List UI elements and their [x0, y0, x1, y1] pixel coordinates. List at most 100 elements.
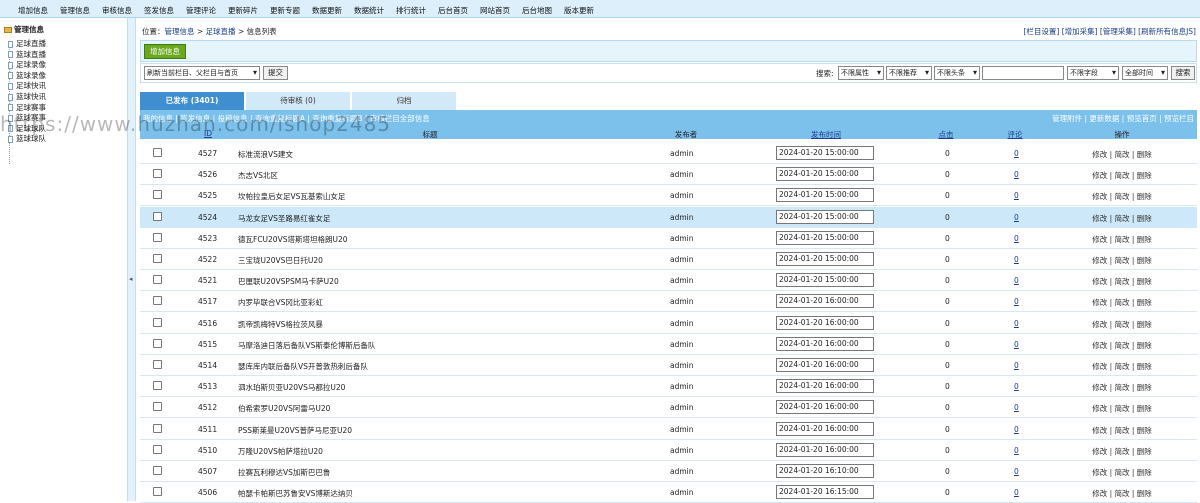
row-title[interactable]: 拉赛瓦利穆达VS加斯巴巴鲁 [238, 467, 330, 478]
sidebar-item[interactable]: 篮球快讯 [8, 91, 46, 102]
row-checkbox[interactable] [153, 487, 162, 497]
row-actions[interactable]: 修改 | 简改 | 删除 [1090, 276, 1154, 287]
row-title[interactable]: 伯希索罗U20VS阿雷马U20 [238, 403, 330, 414]
row-comments[interactable]: 0 [1014, 488, 1019, 497]
nav-item[interactable]: 网站首页 [480, 5, 510, 16]
row-title[interactable]: 内罗毕联合VS冈比亚彩虹 [238, 297, 323, 308]
table-row[interactable]: 4506 帕瑟卡帕斯巴苏鲁安VS博斯达纳贝 admin 2024-01-20 16:1… [140, 482, 1197, 503]
add-info-button[interactable]: 增加信息 [144, 44, 186, 59]
nav-item[interactable]: 签发信息 [144, 5, 174, 16]
col-id[interactable]: ID [198, 129, 218, 138]
row-checkbox[interactable] [153, 317, 162, 327]
row-time-input[interactable]: 2024-01-20 15:00:00 [776, 230, 874, 245]
row-time-input[interactable]: 2024-01-20 15:00:00 [776, 252, 874, 266]
nav-item[interactable]: 排行统计 [396, 5, 426, 16]
nav-item[interactable]: 更新专题 [270, 5, 300, 16]
tab-archive[interactable]: 归档 [352, 92, 456, 110]
row-checkbox[interactable] [153, 381, 162, 391]
row-time-input[interactable]: 2024-01-20 16:00:00 [776, 379, 874, 394]
row-checkbox[interactable] [153, 338, 162, 348]
row-actions[interactable]: 修改 | 简改 | 删除 [1090, 213, 1154, 224]
row-comments[interactable]: 0 [1014, 170, 1019, 179]
row-comments[interactable]: 0 [1014, 446, 1019, 455]
table-row[interactable]: 4522 三宝珑U20VS巴日托U20 admin 2024-01-20 15:00:… [140, 249, 1197, 270]
nav-item[interactable]: 管理信息 [60, 5, 90, 16]
row-time-input[interactable]: 2024-01-20 16:00:00 [776, 358, 874, 372]
row-title[interactable]: 坎帕拉皇后女足VS瓦基索山女足 [238, 191, 345, 202]
sidebar-item[interactable]: 足球球队 [8, 123, 46, 134]
row-time-input[interactable]: 2024-01-20 16:00:00 [776, 400, 874, 415]
row-checkbox[interactable] [153, 296, 162, 306]
row-time-input[interactable]: 2024-01-20 16:00:00 [776, 315, 874, 330]
header-right-links[interactable]: 管理附件 | 更新数据 | 预览首页 | 预览栏目 [1052, 113, 1194, 124]
row-checkbox[interactable] [153, 232, 162, 242]
nav-item[interactable]: 后台地图 [522, 5, 552, 16]
row-checkbox[interactable] [153, 169, 162, 179]
sidebar-item[interactable]: 足球快讯 [8, 80, 46, 91]
col-clicks[interactable]: 点击 [936, 129, 956, 140]
sidebar-item[interactable]: 足球直播 [8, 38, 46, 49]
nav-item[interactable]: 管理评论 [186, 5, 216, 16]
header-left-links[interactable]: 我的信息 | 签发信息 | 投稿信息 | 查询重复标题A | 查询重复标题B |… [143, 113, 430, 124]
row-actions[interactable]: 修改 | 简改 | 删除 [1090, 446, 1154, 457]
nav-item[interactable]: 更新碎片 [228, 5, 258, 16]
row-title[interactable]: 泗水珀斯贝亚U20VS马都拉U20 [238, 382, 345, 393]
table-row[interactable]: 4510 万隆U20VS帕萨塔拉U20 admin 2024-01-20 16:00:… [140, 439, 1197, 461]
row-comments[interactable]: 0 [1014, 191, 1019, 200]
recommend-select[interactable]: 不限推荐 [886, 66, 932, 80]
row-time-input[interactable]: 2024-01-20 15:00:00 [776, 146, 874, 160]
headline-select[interactable]: 不限头条 [934, 66, 980, 80]
row-time-input[interactable]: 2024-01-20 15:00:00 [776, 167, 874, 182]
row-actions[interactable]: 修改 | 简改 | 删除 [1090, 403, 1154, 414]
row-comments[interactable]: 0 [1014, 234, 1019, 243]
row-comments[interactable]: 0 [1014, 403, 1019, 412]
sidebar-splitter[interactable]: ◂ [127, 18, 136, 501]
row-actions[interactable]: 修改 | 简改 | 删除 [1090, 149, 1154, 160]
row-comments[interactable]: 0 [1014, 276, 1019, 285]
row-actions[interactable]: 修改 | 简改 | 删除 [1090, 467, 1154, 478]
table-row[interactable]: 4517 内罗毕联合VS冈比亚彩虹 admin 2024-01-20 16:00:00… [140, 291, 1197, 313]
table-row[interactable]: 4507 拉赛瓦利穆达VS加斯巴巴鲁 admin 2024-01-20 16:10:0… [140, 461, 1197, 482]
breadcrumb-item-category[interactable]: 足球直播 [206, 27, 236, 36]
row-title[interactable]: 帕瑟卡帕斯巴苏鲁安VS博斯达纳贝 [238, 488, 353, 499]
row-actions[interactable]: 修改 | 简改 | 删除 [1090, 297, 1154, 308]
search-button[interactable]: 搜索 [1171, 66, 1195, 80]
row-title[interactable]: PSS斯莱曼U20VS普萨马尼亚U20 [238, 425, 352, 436]
sidebar-item[interactable]: 篮球直播 [8, 49, 46, 60]
sidebar-item[interactable]: 足球赛事 [8, 102, 46, 113]
table-row[interactable]: 4527 标准流浪VS建文 admin 2024-01-20 15:00:00 0 0 修改… [140, 143, 1197, 164]
row-comments[interactable]: 0 [1014, 425, 1019, 434]
row-comments[interactable]: 0 [1014, 149, 1019, 158]
nav-item[interactable]: 数据统计 [354, 5, 384, 16]
row-comments[interactable]: 0 [1014, 319, 1019, 328]
refresh-submit-button[interactable]: 提交 [263, 66, 288, 80]
col-comments[interactable]: 评论 [1005, 129, 1025, 140]
table-row[interactable]: 4526 杰志VS北区 admin 2024-01-20 15:00:00 0 0 修改 |… [140, 164, 1197, 186]
row-checkbox[interactable] [153, 423, 162, 433]
row-checkbox[interactable] [153, 254, 162, 263]
row-title[interactable]: 马龙女足VS圣路易红雀女足 [238, 213, 330, 224]
row-title[interactable]: 三宝珑U20VS巴日托U20 [238, 255, 323, 266]
sidebar-item[interactable]: 篮球赛事 [8, 112, 46, 123]
row-time-input[interactable]: 2024-01-20 15:00:00 [776, 209, 874, 224]
table-row[interactable]: 4513 泗水珀斯贝亚U20VS马都拉U20 admin 2024-01-20 16:… [140, 376, 1197, 398]
row-title[interactable]: 德瓦FCU20VS塔斯塔坦格朗U20 [238, 234, 348, 245]
nav-item[interactable]: 数据更新 [312, 5, 342, 16]
col-time[interactable]: 发布时间 [806, 129, 846, 140]
refresh-scope-select[interactable]: 刷新当前栏目、父栏目与首页 [144, 66, 260, 80]
collapse-arrow-icon[interactable]: ◂ [129, 275, 133, 283]
row-checkbox[interactable] [153, 444, 162, 454]
row-title[interactable]: 马摩洛迪日落后备队VS斯泰伦博斯后备队 [238, 340, 375, 351]
row-comments[interactable]: 0 [1014, 255, 1019, 264]
attribute-select[interactable]: 不限属性 [838, 66, 884, 80]
row-time-input[interactable]: 2024-01-20 15:00:00 [776, 273, 874, 288]
row-time-input[interactable]: 2024-01-20 16:00:00 [776, 421, 874, 436]
row-actions[interactable]: 修改 | 简改 | 删除 [1090, 361, 1154, 372]
row-title[interactable]: 瑟库库内联后备队VS开普敦热刺后备队 [238, 361, 368, 372]
tab-pending[interactable]: 待审核 (0) [246, 92, 350, 110]
table-row[interactable]: 4521 巴厘联U20VSPSM马卡萨U20 admin 2024-01-20 15:… [140, 270, 1197, 292]
table-row[interactable]: 4524 马龙女足VS圣路易红雀女足 admin 2024-01-20 15:00:0… [140, 206, 1197, 228]
row-time-input[interactable]: 2024-01-20 16:00:00 [776, 442, 874, 457]
row-actions[interactable]: 修改 | 简改 | 删除 [1090, 191, 1154, 202]
row-checkbox[interactable] [153, 190, 162, 200]
